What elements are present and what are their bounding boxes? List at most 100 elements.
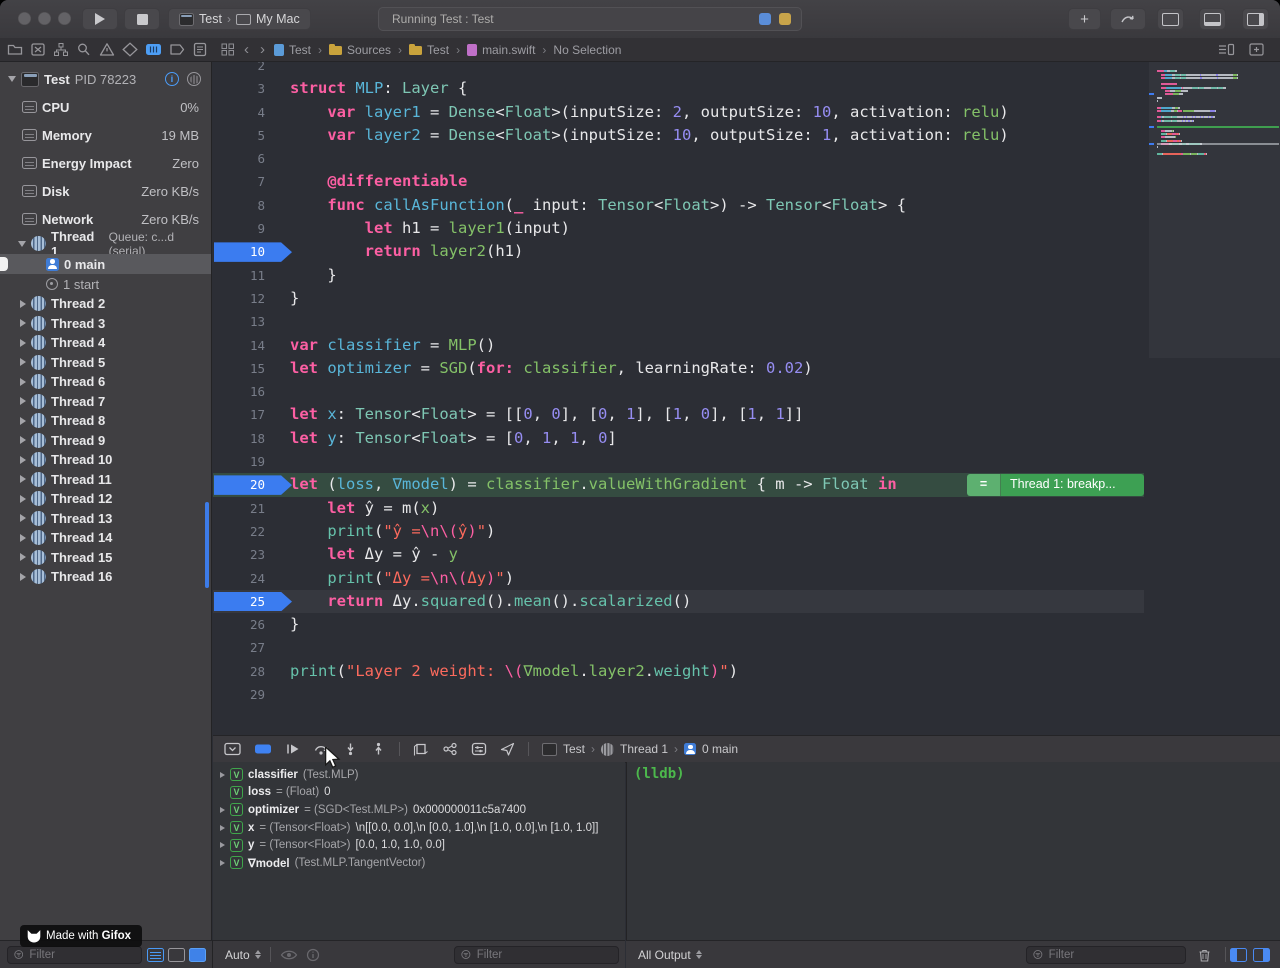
variable-row[interactable]: Voptimizer= (SGD<Test.MLP>)0x000000011c5… [213,801,625,819]
step-into-icon[interactable] [343,742,358,756]
code-line[interactable]: 18let y: Tensor<Float> = [0, 1, 1, 0] [213,427,1280,450]
thread-1-row[interactable]: Thread 1 Queue: c...d (serial) [0,233,211,254]
activity-issue-icon-blue[interactable] [759,13,771,25]
code-line[interactable]: 23 let Δy = ŷ - y [213,543,1280,566]
line-number[interactable]: 17 [215,403,265,426]
line-number[interactable]: 2 [215,62,265,77]
variables-view[interactable]: Vclassifier(Test.MLP)Vloss= (Float)0Vopt… [213,762,625,940]
thread-row[interactable]: Thread 6 [0,372,211,392]
editor-mode-button[interactable] [1110,8,1146,30]
variable-row[interactable]: Vloss= (Float)0 [213,784,625,802]
variable-row[interactable]: V∇model(Test.MLP.TangentVector) [213,854,625,872]
code-line[interactable]: 19 [213,450,1280,473]
run-button[interactable] [82,8,118,30]
disclosure-right-icon[interactable] [20,339,26,347]
find-navigator-icon[interactable] [76,42,92,57]
line-number[interactable]: 26 [215,613,265,636]
simulate-location-icon[interactable] [500,742,515,756]
toggle-variables-view-button[interactable] [1230,948,1247,962]
code-line[interactable]: 13 [213,310,1280,333]
thread-row[interactable]: Thread 5 [0,353,211,373]
threads-view-icon[interactable] [187,72,201,86]
console-view[interactable]: (lldb) [626,762,1280,940]
gauge-row-cpu[interactable]: CPU0% [0,93,211,121]
code-line[interactable]: 14var classifier = MLP() [213,334,1280,357]
line-number[interactable]: 20 [215,473,265,496]
code-line[interactable]: 10 return layer2(h1) [213,240,1280,263]
print-description-icon[interactable] [306,948,320,962]
debug-crumb-frame[interactable]: 0 main [702,742,738,756]
code-line[interactable]: 26} [213,613,1280,636]
clear-console-trash-icon[interactable] [1198,948,1211,962]
breadcrumb-item[interactable]: Sources [329,43,391,57]
code-line[interactable]: 9 let h1 = layer1(input) [213,217,1280,240]
line-number[interactable]: 24 [215,567,265,590]
code-line[interactable]: 25 return Δy.squared().mean().scalarized… [213,590,1280,613]
variables-filter-input[interactable] [475,948,612,962]
toggle-inspector-button[interactable] [1242,8,1269,30]
line-number[interactable]: 19 [215,450,265,473]
editor-options-icon[interactable] [1218,43,1235,56]
code-line[interactable]: 6 [213,147,1280,170]
disclosure-right-icon[interactable] [20,456,26,464]
thread-row[interactable]: Thread 12 [0,489,211,509]
view-hierarchy-icon[interactable] [413,742,429,756]
thread-row[interactable]: Thread 15 [0,548,211,568]
line-number[interactable]: 22 [215,520,265,543]
disclosure-right-icon[interactable] [20,300,26,308]
code-line[interactable]: 4 var layer1 = Dense<Float>(inputSize: 2… [213,101,1280,124]
variable-row[interactable]: Vclassifier(Test.MLP) [213,766,625,784]
thread-row[interactable]: Thread 10 [0,450,211,470]
toggle-debug-area-button[interactable] [1199,8,1226,30]
code-line[interactable]: 20let (loss, ∇model) = classifier.valueW… [213,473,1280,496]
line-number[interactable]: 29 [215,683,265,706]
line-number[interactable]: 8 [215,194,265,217]
code-line[interactable]: 8 func callAsFunction(_ input: Tensor<Fl… [213,194,1280,217]
breadcrumb-item[interactable]: No Selection [553,43,621,57]
code-line[interactable]: 12} [213,287,1280,310]
disclosure-right-icon[interactable] [20,495,26,503]
line-number[interactable]: 28 [215,660,265,683]
disclosure-right-icon[interactable] [20,553,26,561]
debug-crumb-process[interactable]: Test [563,742,585,756]
toggle-console-view-button[interactable] [1253,948,1270,962]
thread-row[interactable]: Thread 8 [0,411,211,431]
disclosure-right-icon[interactable] [20,436,26,444]
code-line[interactable]: 11 } [213,264,1280,287]
navigator-filter-input[interactable] [27,948,135,962]
stack-frame-main[interactable]: 0 main [0,254,211,274]
debug-navigator-icon[interactable] [145,42,162,57]
line-number[interactable]: 9 [215,217,265,240]
variable-row[interactable]: Vx= (Tensor<Float>)\n[[0.0, 0.0],\n [0.0… [213,819,625,837]
report-navigator-icon[interactable] [192,42,208,57]
code-line[interactable]: 5 var layer2 = Dense<Float>(inputSize: 1… [213,124,1280,147]
stack-frame-start[interactable]: 1 start [0,274,211,294]
breakpoint-navigator-icon[interactable] [169,42,185,57]
source-control-navigator-icon[interactable] [30,42,46,57]
line-number[interactable]: 21 [215,497,265,520]
breadcrumb-item[interactable]: Test [274,43,311,57]
view-mode-list-icon[interactable] [147,948,164,962]
zoom-window-button[interactable] [58,12,71,25]
variables-scope-select[interactable]: Auto [213,948,261,962]
line-number[interactable]: 25 [215,590,265,613]
disclosure-right-icon[interactable] [20,534,26,542]
line-number[interactable]: 6 [215,147,265,170]
code-line[interactable]: 28print("Layer 2 weight: \(∇model.layer2… [213,660,1280,683]
minimize-window-button[interactable] [38,12,51,25]
disclosure-right-icon[interactable] [220,860,225,866]
line-number[interactable]: 23 [215,543,265,566]
gauge-row-disk[interactable]: DiskZero KB/s [0,177,211,205]
project-navigator-icon[interactable] [7,42,23,57]
thread-row[interactable]: Thread 16 [0,567,211,587]
disclosure-right-icon[interactable] [220,825,225,831]
minimap[interactable] [1149,62,1280,735]
code-line[interactable]: 24 print("Δy =\n\(Δy)") [213,567,1280,590]
code-line[interactable]: 17let x: Tensor<Float> = [[0, 0], [0, 1]… [213,403,1280,426]
process-row[interactable]: Test PID 78223 i [0,65,211,93]
thread-row[interactable]: Thread 9 [0,431,211,451]
console-scope-select[interactable]: All Output [626,948,702,962]
line-number[interactable]: 13 [215,310,265,333]
thread-row[interactable]: Thread 7 [0,392,211,412]
breadcrumb-item[interactable]: Test [409,43,449,57]
